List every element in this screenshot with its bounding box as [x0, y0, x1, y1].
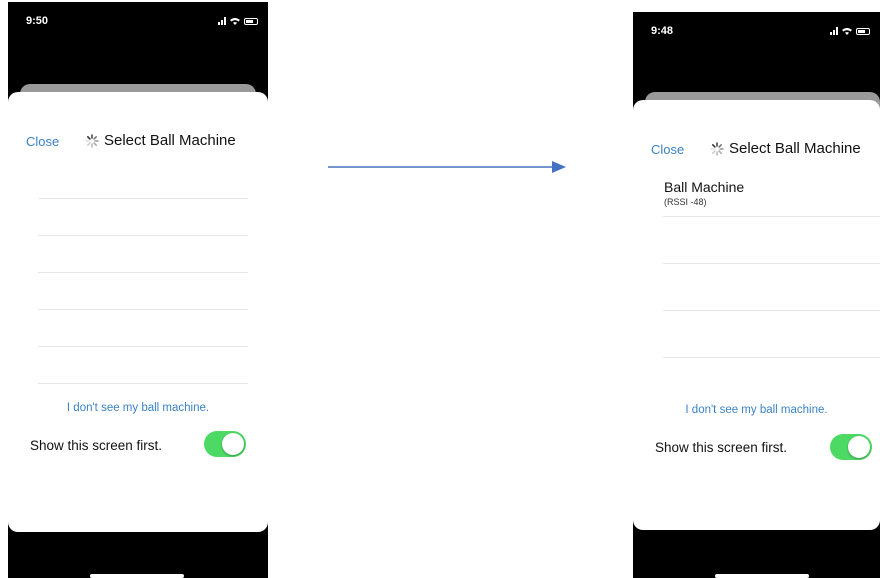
show-first-toggle[interactable]	[204, 431, 246, 457]
show-first-toggle[interactable]	[830, 434, 872, 460]
spinner-icon	[710, 141, 724, 156]
show-first-label: Show this screen first.	[30, 438, 163, 453]
status-time: 9:48	[651, 25, 674, 37]
status-bar: 9:50	[8, 2, 268, 32]
battery-icon	[856, 27, 870, 35]
home-indicator	[715, 574, 809, 578]
close-button[interactable]: Close	[651, 142, 684, 157]
device-name: Ball Machine	[664, 179, 745, 195]
modal-sheet: Close Select Ball Machine I don't see my…	[8, 92, 268, 532]
wifi-icon	[230, 18, 240, 25]
list-divider	[38, 346, 248, 347]
spinner-icon	[85, 133, 99, 148]
signal-icon	[830, 27, 838, 35]
list-divider	[663, 310, 880, 311]
help-link[interactable]: I don't see my ball machine.	[633, 404, 880, 416]
phone-screen-right: 9:48 Close Select Ball Machine Ball Mach…	[633, 12, 880, 578]
page-title: Select Ball Machine	[729, 140, 861, 157]
help-link[interactable]: I don't see my ball machine.	[8, 402, 268, 414]
title-group: Select Ball Machine	[709, 140, 861, 157]
device-list	[38, 198, 248, 384]
toggle-knob	[848, 436, 870, 458]
modal-sheet: Close Select Ball Machine Ball Machine (…	[633, 100, 880, 530]
list-divider	[38, 309, 248, 310]
close-button[interactable]: Close	[26, 134, 59, 149]
page-title: Select Ball Machine	[104, 132, 236, 149]
list-divider	[663, 357, 880, 358]
toggle-knob	[222, 433, 244, 455]
list-divider	[38, 383, 248, 384]
status-icons	[830, 27, 870, 35]
list-divider	[38, 198, 248, 199]
status-time: 9:50	[26, 15, 49, 27]
wifi-icon	[842, 28, 852, 35]
list-divider	[663, 216, 880, 217]
list-divider	[663, 263, 880, 264]
phone-screen-left: 9:50 Close Select Ball Machine I don't s…	[8, 2, 268, 578]
show-first-label: Show this screen first.	[655, 440, 788, 455]
signal-icon	[218, 17, 226, 25]
arrow-right-icon	[328, 161, 566, 173]
device-list	[663, 216, 880, 358]
status-bar: 9:48	[633, 12, 880, 42]
home-indicator	[90, 574, 184, 578]
title-group: Select Ball Machine	[84, 132, 236, 149]
device-rssi: (RSSI -48)	[664, 197, 707, 207]
list-divider	[38, 235, 248, 236]
list-divider	[38, 272, 248, 273]
status-icons	[218, 17, 258, 25]
battery-icon	[244, 17, 258, 25]
